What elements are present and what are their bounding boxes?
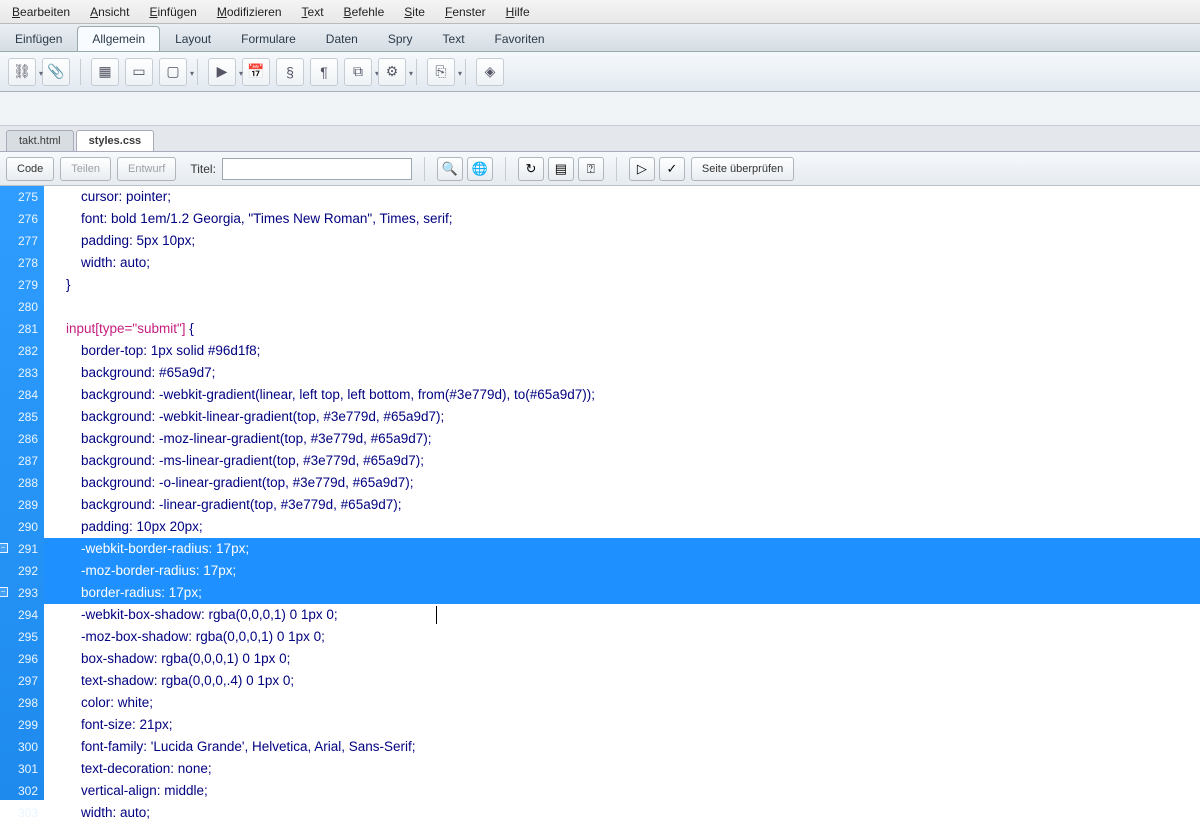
hyperlink-button[interactable]: ⛓ [8, 58, 36, 86]
code-line[interactable]: box-shadow: rgba(0,0,0,1) 0 1px 0; [44, 648, 1200, 670]
script-button[interactable]: ⚙ [378, 58, 406, 86]
visual-aids-icon[interactable]: ⍰ [578, 157, 604, 181]
code-line[interactable]: color: white; [44, 692, 1200, 714]
code-line[interactable]: font-size: 21px; [44, 714, 1200, 736]
code-line[interactable]: border-radius: 17px; [44, 582, 1200, 604]
view-options-icon[interactable]: ▤ [548, 157, 574, 181]
code-line[interactable]: background: -linear-gradient(top, #3e779… [44, 494, 1200, 516]
tab-layout[interactable]: Layout [160, 26, 226, 51]
code-line[interactable]: -moz-border-radius: 17px; [44, 560, 1200, 582]
code-line[interactable]: text-shadow: rgba(0,0,0,.4) 0 1px 0; [44, 670, 1200, 692]
code-line[interactable]: -webkit-border-radius: 17px; [44, 538, 1200, 560]
code-line[interactable]: } [44, 274, 1200, 296]
code-line[interactable]: input[type="submit"] { [44, 318, 1200, 340]
preview-browser-icon[interactable]: 🌐 [467, 157, 493, 181]
menu-bearbeiten[interactable]: Bearbeiten [2, 3, 80, 21]
code-line[interactable]: -moz-box-shadow: rgba(0,0,0,1) 0 1px 0; [44, 626, 1200, 648]
comment-button[interactable]: ¶ [310, 58, 338, 86]
code-line[interactable]: width: auto; [44, 802, 1200, 824]
fold-marker[interactable]: − [0, 543, 8, 553]
tab-einfügen[interactable]: Einfügen [0, 26, 77, 51]
code-line[interactable] [44, 296, 1200, 318]
email-link-button[interactable]: 📎 [42, 58, 70, 86]
text-caret [436, 606, 437, 624]
code-line[interactable]: padding: 10px 20px; [44, 516, 1200, 538]
file-management-icon[interactable]: 🔍 [437, 157, 463, 181]
tab-text[interactable]: Text [428, 26, 480, 51]
view-design-button[interactable]: Entwurf [117, 157, 176, 181]
tab-favoriten[interactable]: Favoriten [480, 26, 560, 51]
file-tab[interactable]: styles.css [76, 130, 155, 151]
head-button[interactable]: ⧉ [344, 58, 372, 86]
code-line[interactable]: -webkit-box-shadow: rgba(0,0,0,1) 0 1px … [44, 604, 1200, 626]
table-button[interactable]: ▦ [91, 58, 119, 86]
date-button[interactable]: 📅 [242, 58, 270, 86]
menu-befehle[interactable]: Befehle [334, 3, 395, 21]
menu-text[interactable]: Text [292, 3, 334, 21]
code-line[interactable]: border-top: 1px solid #96d1f8; [44, 340, 1200, 362]
fold-marker[interactable]: − [0, 587, 8, 597]
check-icon[interactable]: ✓ [659, 157, 685, 181]
code-line[interactable]: background: #65a9d7; [44, 362, 1200, 384]
tab-allgemein[interactable]: Allgemein [77, 26, 160, 51]
document-toolbar: Code Teilen Entwurf Titel: 🔍 🌐 ↻ ▤ ⍰ ▷ ✓… [0, 152, 1200, 186]
code-line[interactable]: font: bold 1em/1.2 Georgia, "Times New R… [44, 208, 1200, 230]
insert-div-button[interactable]: ▭ [125, 58, 153, 86]
code-line[interactable]: cursor: pointer; [44, 186, 1200, 208]
code-line[interactable]: background: -ms-linear-gradient(top, #3e… [44, 450, 1200, 472]
tab-daten[interactable]: Daten [311, 26, 373, 51]
code-line[interactable]: font-family: 'Lucida Grande', Helvetica,… [44, 736, 1200, 758]
code-line[interactable]: background: -o-linear-gradient(top, #3e7… [44, 472, 1200, 494]
code-line[interactable]: background: -webkit-linear-gradient(top,… [44, 406, 1200, 428]
menubar: BearbeitenAnsichtEinfügenModifizierenTex… [0, 0, 1200, 24]
code-line[interactable]: text-decoration: none; [44, 758, 1200, 780]
file-tab[interactable]: takt.html [6, 130, 74, 151]
code-line[interactable]: vertical-align: middle; [44, 780, 1200, 802]
validate-icon[interactable]: ▷ [629, 157, 655, 181]
templates-button[interactable]: ⎘ [427, 58, 455, 86]
line-gutter: 2752762772782792802812822832842852862872… [0, 186, 44, 800]
category-tabs: EinfügenAllgemeinLayoutFormulareDatenSpr… [0, 24, 1200, 52]
insert-toolbar: ⛓ 📎 ▦ ▭ ▢ ▶ 📅 § ¶ ⧉ ⚙ ⎘ ◈ [0, 52, 1200, 92]
view-split-button[interactable]: Teilen [60, 157, 111, 181]
code-line[interactable]: width: auto; [44, 252, 1200, 274]
code-line[interactable]: padding: 5px 10px; [44, 230, 1200, 252]
refresh-icon[interactable]: ↻ [518, 157, 544, 181]
view-code-button[interactable]: Code [6, 157, 54, 181]
media-button[interactable]: ▶ [208, 58, 236, 86]
menu-site[interactable]: Site [394, 3, 435, 21]
server-include-button[interactable]: § [276, 58, 304, 86]
tag-chooser-button[interactable]: ◈ [476, 58, 504, 86]
images-button[interactable]: ▢ [159, 58, 187, 86]
file-tabs: takt.htmlstyles.css [0, 126, 1200, 152]
tab-spry[interactable]: Spry [373, 26, 428, 51]
code-line[interactable]: background: -webkit-gradient(linear, lef… [44, 384, 1200, 406]
code-editor[interactable]: 2752762772782792802812822832842852862872… [0, 186, 1200, 800]
menu-fenster[interactable]: Fenster [435, 3, 496, 21]
title-label: Titel: [190, 162, 216, 176]
panel-gap [0, 92, 1200, 126]
tab-formulare[interactable]: Formulare [226, 26, 311, 51]
check-page-button[interactable]: Seite überprüfen [691, 157, 794, 181]
code-line[interactable]: background: -moz-linear-gradient(top, #3… [44, 428, 1200, 450]
code-area[interactable]: cursor: pointer; font: bold 1em/1.2 Geor… [44, 186, 1200, 800]
menu-einfügen[interactable]: Einfügen [139, 3, 206, 21]
menu-hilfe[interactable]: Hilfe [496, 3, 540, 21]
menu-modifizieren[interactable]: Modifizieren [207, 3, 292, 21]
title-input[interactable] [222, 158, 412, 180]
menu-ansicht[interactable]: Ansicht [80, 3, 139, 21]
